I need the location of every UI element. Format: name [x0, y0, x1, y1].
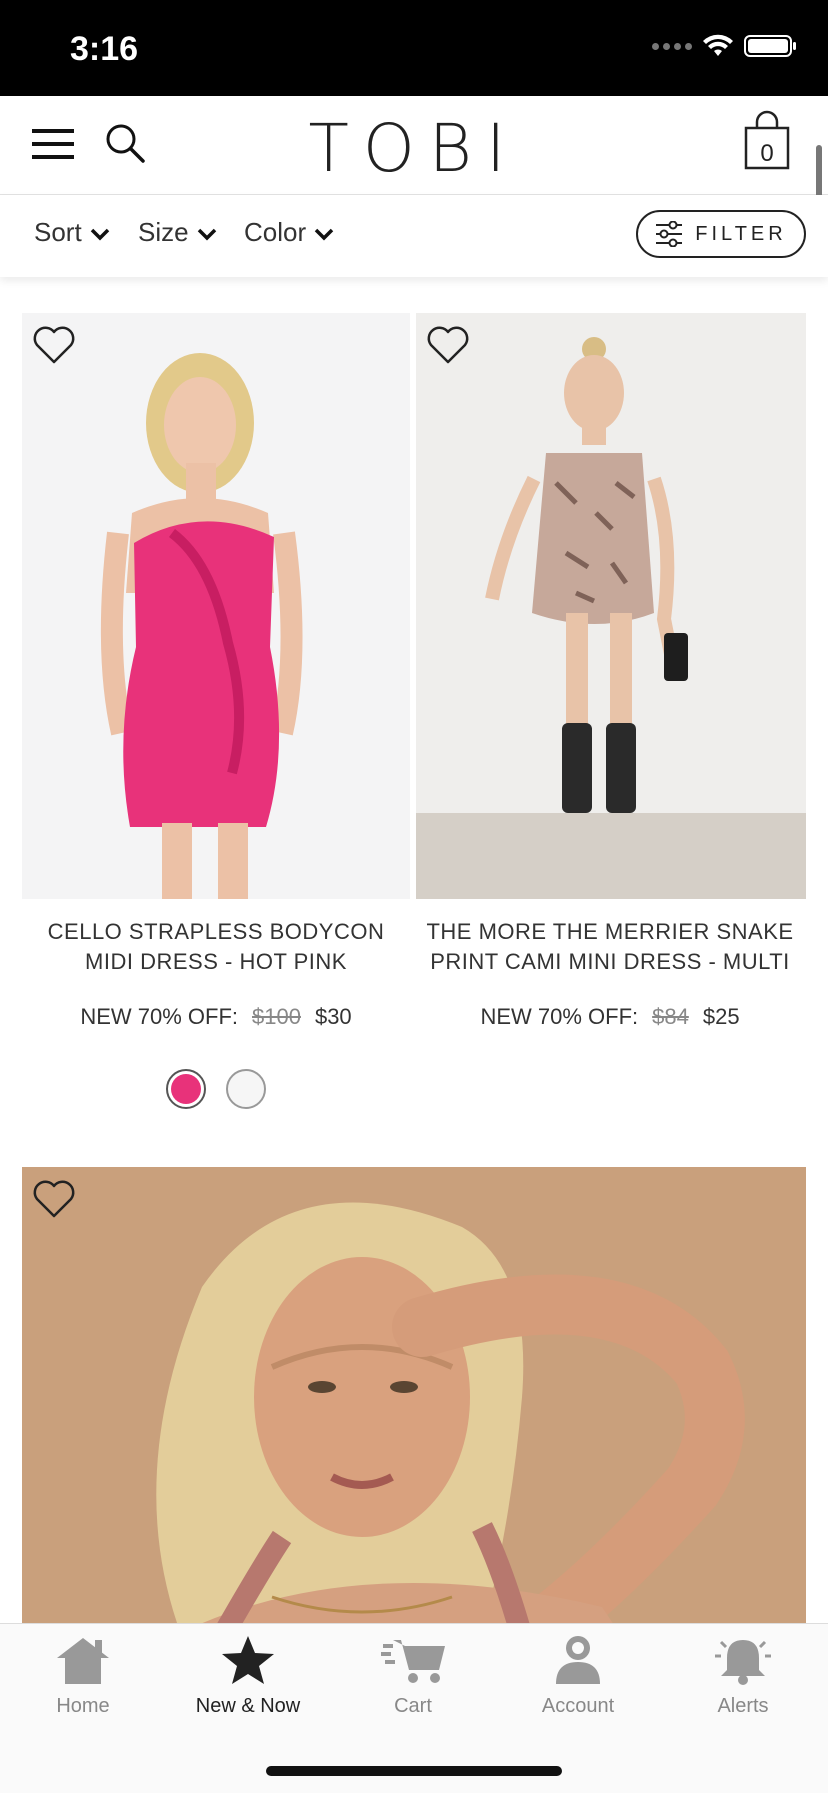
- sale-price: $30: [314, 1004, 352, 1029]
- product-title[interactable]: THE MORE THE MERRIER SNAKE PRINT CAMI MI…: [414, 917, 806, 977]
- product-title-line: MIDI DRESS - HOT PINK: [85, 949, 347, 974]
- favorite-heart-icon[interactable]: [32, 1179, 76, 1219]
- home-indicator[interactable]: [266, 1766, 562, 1776]
- tab-home[interactable]: Home: [8, 1634, 158, 1718]
- chevron-down-icon: [197, 228, 216, 240]
- product-price: NEW 70% OFF: $84 $25: [414, 1004, 806, 1030]
- cart-icon: [381, 1640, 445, 1683]
- star-icon: [222, 1636, 274, 1684]
- price-prefix: NEW 70% OFF:: [80, 1004, 238, 1029]
- color-swatch-white[interactable]: [226, 1069, 266, 1109]
- old-price: $84: [652, 1004, 689, 1029]
- size-label: Size: [138, 217, 189, 247]
- color-swatch-pink[interactable]: [166, 1069, 206, 1109]
- product-title-line: THE MORE THE MERRIER SNAKE: [426, 919, 794, 944]
- tab-cart[interactable]: Cart: [338, 1634, 488, 1718]
- tab-label: Home: [56, 1695, 110, 1717]
- product-grid: CELLO STRAPLESS BODYCON MIDI DRESS - HOT…: [0, 277, 828, 1623]
- sort-label: Sort: [34, 217, 82, 247]
- tab-label: Account: [541, 1695, 615, 1717]
- tab-account[interactable]: Account: [503, 1634, 653, 1718]
- account-icon: [556, 1636, 600, 1684]
- app-header: TOBI 0: [0, 96, 828, 195]
- product-title[interactable]: CELLO STRAPLESS BODYCON MIDI DRESS - HOT…: [20, 917, 412, 977]
- status-bar: 3:16: [0, 0, 828, 96]
- old-price: $100: [252, 1004, 301, 1029]
- tab-new-and-now[interactable]: New & Now: [173, 1634, 323, 1718]
- tab-alerts[interactable]: Alerts: [668, 1634, 818, 1718]
- chevron-down-icon: [314, 228, 334, 240]
- product-title-line: PRINT CAMI MINI DRESS - MULTI: [430, 949, 790, 974]
- bell-icon: [715, 1640, 771, 1685]
- sale-price: $25: [702, 1004, 740, 1029]
- price-prefix: NEW 70% OFF:: [480, 1004, 639, 1029]
- brand-logo[interactable]: TOBI: [0, 110, 828, 187]
- status-icons: [652, 34, 798, 58]
- favorite-heart-icon[interactable]: [32, 325, 76, 365]
- battery-icon: [744, 35, 796, 57]
- filter-bar: Sort Size Color FILTER: [0, 195, 828, 277]
- shopping-bag-icon[interactable]: 0: [744, 110, 790, 170]
- filter-button[interactable]: FILTER: [636, 210, 806, 258]
- status-time: 3:16: [70, 30, 139, 68]
- wifi-icon: [703, 34, 733, 56]
- filter-label: FILTER: [695, 222, 787, 245]
- sliders-icon: [656, 221, 683, 247]
- product-title-line: CELLO STRAPLESS BODYCON: [47, 919, 385, 944]
- signal-dots-icon: [652, 42, 692, 50]
- color-label: Color: [244, 217, 307, 247]
- cart-count-badge: 0: [760, 140, 774, 167]
- tab-label: New & Now: [195, 1695, 301, 1717]
- tab-label: Alerts: [717, 1695, 769, 1717]
- color-dropdown[interactable]: Color: [244, 217, 334, 248]
- home-icon: [57, 1638, 109, 1684]
- product-image-model-portrait[interactable]: [22, 1167, 806, 1623]
- favorite-heart-icon[interactable]: [426, 325, 470, 365]
- sort-dropdown[interactable]: Sort: [34, 217, 110, 248]
- tab-label: Cart: [394, 1695, 432, 1717]
- product-image-snake-dress[interactable]: [416, 313, 806, 899]
- chevron-down-icon: [90, 228, 109, 240]
- product-price: NEW 70% OFF: $100 $30: [20, 1004, 412, 1030]
- product-image-pink-dress[interactable]: [22, 313, 410, 899]
- size-dropdown[interactable]: Size: [138, 217, 217, 248]
